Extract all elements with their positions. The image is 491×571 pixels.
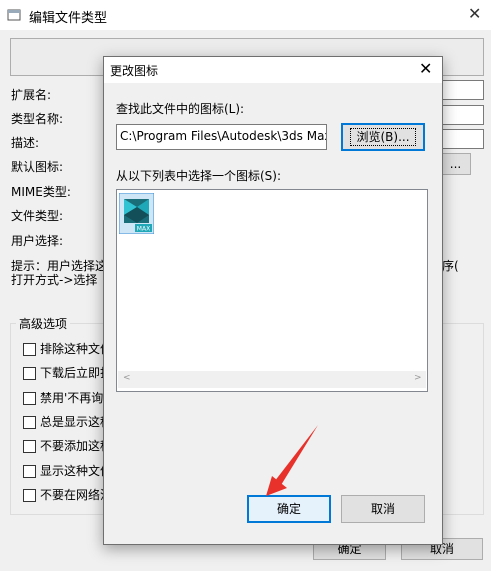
description-label: 描述:	[11, 136, 40, 150]
type-name-label: 类型名称:	[11, 112, 64, 126]
advanced-option-3[interactable]: 禁用'不再询问	[23, 389, 115, 406]
extension-field[interactable]	[440, 80, 484, 100]
checkbox-icon[interactable]	[23, 367, 36, 380]
type-name-field[interactable]	[440, 105, 484, 125]
advanced-option-1[interactable]: 排除这种文件	[23, 340, 112, 357]
find-icon-label: 查找此文件中的图标(L):	[116, 102, 245, 116]
horizontal-scrollbar[interactable]: < >	[118, 371, 426, 388]
checkbox-icon[interactable]	[23, 489, 36, 502]
window-app-icon	[7, 9, 21, 21]
extension-label: 扩展名:	[11, 88, 52, 102]
checkbox-icon[interactable]	[23, 392, 36, 405]
checkbox-icon[interactable]	[23, 343, 36, 356]
browse-button[interactable]: 浏览(B)...	[341, 123, 425, 151]
max-icon-caption: MAX	[137, 226, 150, 233]
checkbox-icon[interactable]	[23, 416, 36, 429]
advanced-option-2[interactable]: 下载后立即打	[23, 364, 112, 381]
file-type-label: 文件类型:	[11, 209, 64, 223]
change-icon-dialog: 更改图标 ✕ 查找此文件中的图标(L): C:\Program Files\Au…	[103, 56, 443, 545]
advanced-option-5[interactable]: 不要添加这种	[23, 437, 112, 454]
advanced-option-7[interactable]: 不要在网络注	[23, 486, 112, 503]
background-close-icon[interactable]: ✕	[468, 4, 481, 23]
option-label: 下载后立即打	[40, 366, 113, 380]
option-label: 总是显示这种	[40, 415, 113, 429]
ok-button[interactable]: 确定	[247, 495, 331, 523]
dialog-close-icon[interactable]: ✕	[419, 59, 432, 78]
default-icon-label: 默认图标:	[11, 160, 64, 174]
dialog-title: 更改图标	[110, 64, 159, 78]
advanced-option-4[interactable]: 总是显示这种	[23, 413, 112, 430]
browse-button-label: 浏览(B)...	[350, 128, 416, 146]
cancel-button[interactable]: 取消	[341, 495, 425, 523]
default-icon-browse-button[interactable]: ...	[440, 153, 471, 175]
hint-line-1-tail: 序(	[442, 259, 459, 273]
option-label: 显示这种文件	[40, 464, 113, 478]
hint-line-2: 打开方式->选择	[11, 273, 98, 287]
mime-type-label: MIME类型:	[11, 185, 71, 199]
3ds-max-icon[interactable]: MAX	[119, 193, 154, 234]
icon-file-path-input[interactable]: C:\Program Files\Autodesk\3ds Max	[116, 124, 327, 150]
option-label: 排除这种文件	[40, 342, 113, 356]
option-label: 不要在网络注	[40, 488, 113, 502]
scroll-right-icon[interactable]: >	[414, 373, 422, 383]
description-field[interactable]	[440, 129, 484, 149]
advanced-option-6[interactable]: 显示这种文件	[23, 462, 112, 479]
scroll-left-icon[interactable]: <	[123, 373, 131, 383]
option-label: 不要添加这种	[40, 439, 113, 453]
icon-list[interactable]: MAX < >	[116, 189, 428, 392]
background-window-title: 编辑文件类型	[29, 11, 108, 26]
checkbox-icon[interactable]	[23, 465, 36, 478]
advanced-options-legend: 高级选项	[16, 315, 71, 332]
checkbox-icon[interactable]	[23, 440, 36, 453]
user-choice-label: 用户选择:	[11, 234, 64, 248]
icon-list-label: 从以下列表中选择一个图标(S):	[116, 169, 282, 183]
